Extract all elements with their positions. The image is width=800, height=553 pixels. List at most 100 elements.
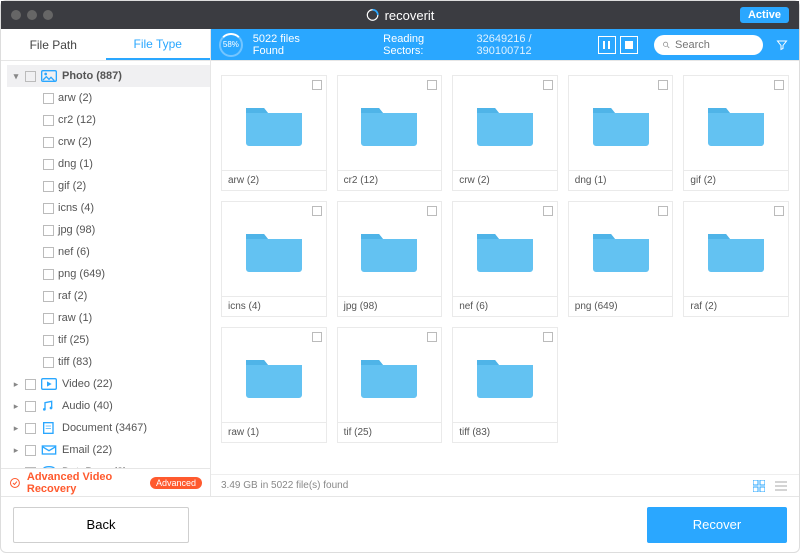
checkbox[interactable] <box>43 203 54 214</box>
checkbox[interactable] <box>312 206 322 216</box>
checkbox[interactable] <box>43 181 54 192</box>
min-dot[interactable] <box>27 10 37 20</box>
stop-button[interactable] <box>620 36 638 54</box>
checkbox[interactable] <box>43 137 54 148</box>
tree-item-child[interactable]: png (649) <box>7 263 210 285</box>
checkbox[interactable] <box>312 332 322 342</box>
checkbox[interactable] <box>774 80 784 90</box>
folder-icon <box>684 202 788 296</box>
checkbox[interactable] <box>427 80 437 90</box>
tree-item-child[interactable]: raw (1) <box>7 307 210 329</box>
checkbox[interactable] <box>43 335 54 346</box>
titlebar: recoverit Active <box>1 1 799 29</box>
checkbox[interactable] <box>427 332 437 342</box>
tree-item-email[interactable]: ▸ Email (22) <box>7 439 210 461</box>
grid-view-button[interactable] <box>751 478 767 494</box>
audio-icon <box>40 399 58 413</box>
tree-item-document[interactable]: ▸ Document (3467) <box>7 417 210 439</box>
folder-icon <box>338 328 442 422</box>
checkbox[interactable] <box>25 445 36 456</box>
advanced-title: Advanced Video Recovery <box>27 471 144 495</box>
tree-label: png (649) <box>58 268 105 280</box>
advanced-badge: Advanced <box>150 477 202 489</box>
folder-item[interactable]: tif (25) <box>337 327 443 443</box>
folder-item[interactable]: crw (2) <box>452 75 558 191</box>
checkbox[interactable] <box>43 247 54 258</box>
folder-icon <box>453 202 557 296</box>
checkbox[interactable] <box>658 206 668 216</box>
folder-item[interactable]: raf (2) <box>683 201 789 317</box>
reading-label: Reading Sectors: <box>383 33 466 57</box>
tree-item-child[interactable]: icns (4) <box>7 197 210 219</box>
filter-button[interactable] <box>773 39 791 51</box>
checkbox[interactable] <box>25 71 36 82</box>
tree-item-child[interactable]: cr2 (12) <box>7 109 210 131</box>
tree-item-child[interactable]: crw (2) <box>7 131 210 153</box>
search-box[interactable] <box>654 35 763 55</box>
tree-item-video[interactable]: ▸ Video (22) <box>7 373 210 395</box>
tree-item-child[interactable]: jpg (98) <box>7 219 210 241</box>
recover-button[interactable]: Recover <box>647 507 787 543</box>
checkbox[interactable] <box>543 332 553 342</box>
checkbox[interactable] <box>427 206 437 216</box>
checkbox[interactable] <box>25 423 36 434</box>
email-icon <box>40 443 58 457</box>
tree-label: Photo (887) <box>62 70 122 82</box>
folder-item[interactable]: cr2 (12) <box>337 75 443 191</box>
list-view-button[interactable] <box>773 478 789 494</box>
tree-item-child[interactable]: nef (6) <box>7 241 210 263</box>
folder-item[interactable]: png (649) <box>568 201 674 317</box>
checkbox[interactable] <box>543 80 553 90</box>
checkbox[interactable] <box>43 115 54 126</box>
tree-item-child[interactable]: tiff (83) <box>7 351 210 373</box>
checkbox[interactable] <box>774 206 784 216</box>
folder-item[interactable]: jpg (98) <box>337 201 443 317</box>
checkbox[interactable] <box>43 225 54 236</box>
video-icon <box>40 377 58 391</box>
scan-controls <box>598 36 638 54</box>
folder-label: gif (2) <box>684 170 788 190</box>
close-dot[interactable] <box>11 10 21 20</box>
max-dot[interactable] <box>43 10 53 20</box>
checkbox[interactable] <box>312 80 322 90</box>
folder-item[interactable]: dng (1) <box>568 75 674 191</box>
tree-item-child[interactable]: raf (2) <box>7 285 210 307</box>
tree-item-child[interactable]: arw (2) <box>7 87 210 109</box>
checkbox[interactable] <box>25 379 36 390</box>
folder-icon <box>222 202 326 296</box>
checkbox[interactable] <box>43 291 54 302</box>
tree-item-child[interactable]: dng (1) <box>7 153 210 175</box>
folder-icon <box>569 202 673 296</box>
folder-item[interactable]: gif (2) <box>683 75 789 191</box>
tree-item-photo[interactable]: ▾ Photo (887) <box>7 65 210 87</box>
tab-file-type[interactable]: File Type <box>106 29 211 60</box>
checkbox[interactable] <box>658 80 668 90</box>
checkbox[interactable] <box>43 159 54 170</box>
checkbox[interactable] <box>43 313 54 324</box>
advanced-video-recovery[interactable]: Advanced Video Recovery Advanced <box>1 468 210 496</box>
tree-item-child[interactable]: tif (25) <box>7 329 210 351</box>
tree-label: icns (4) <box>58 202 94 214</box>
checkbox[interactable] <box>25 401 36 412</box>
folder-grid: arw (2) cr2 (12) crw (2) dng (1) gif (2)… <box>211 61 799 474</box>
back-button[interactable]: Back <box>13 507 189 543</box>
tree-item-child[interactable]: gif (2) <box>7 175 210 197</box>
checkbox[interactable] <box>43 357 54 368</box>
checkbox[interactable] <box>543 206 553 216</box>
search-input[interactable] <box>675 39 755 51</box>
checkbox[interactable] <box>43 93 54 104</box>
tree-label: jpg (98) <box>58 224 95 236</box>
folder-item[interactable]: raw (1) <box>221 327 327 443</box>
image-icon <box>40 69 58 83</box>
tab-file-path[interactable]: File Path <box>1 29 106 60</box>
folder-item[interactable]: tiff (83) <box>452 327 558 443</box>
brand: recoverit <box>366 8 435 23</box>
pause-button[interactable] <box>598 36 616 54</box>
folder-item[interactable]: arw (2) <box>221 75 327 191</box>
caret-right-icon: ▸ <box>11 379 21 390</box>
caret-right-icon: ▸ <box>11 401 21 412</box>
tree-item-audio[interactable]: ▸ Audio (40) <box>7 395 210 417</box>
checkbox[interactable] <box>43 269 54 280</box>
folder-item[interactable]: icns (4) <box>221 201 327 317</box>
folder-item[interactable]: nef (6) <box>452 201 558 317</box>
